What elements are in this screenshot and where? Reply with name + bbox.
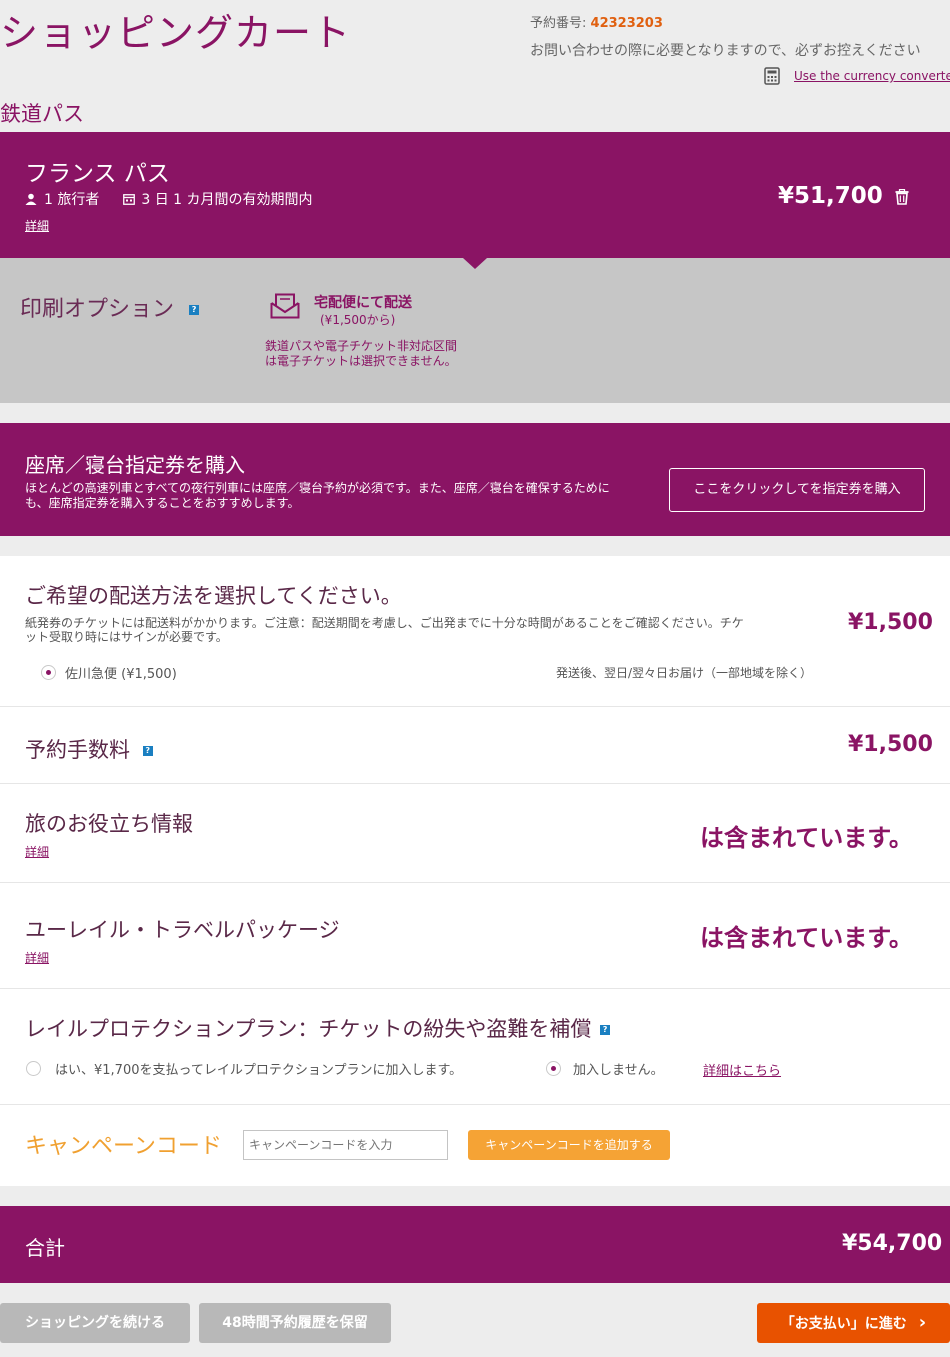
pass-price: ¥51,700 <box>778 183 883 209</box>
currency-converter-link[interactable]: Use the currency converter <box>794 69 950 83</box>
seat-reservation-description: ほとんどの高速列車とすべての夜行列車には座席／寝台予約が必須です。また、座席／寝… <box>25 481 610 510</box>
checkout-label: 「お支払い」に進む <box>780 1316 907 1332</box>
protection-option-no[interactable]: 加入しません。 <box>546 1059 664 1078</box>
section-label: 鉄道パス <box>0 102 84 126</box>
separator <box>0 706 950 707</box>
print-options-label: 印刷オプション <box>20 297 175 322</box>
print-options-panel: 印刷オプション ? 宅配便にて配送 (¥1,500から) 鉄道パスや電子チケット… <box>0 258 950 403</box>
help-icon[interactable]: ? <box>189 305 200 315</box>
campaign-title: キャンペーンコード <box>25 1134 222 1159</box>
travel-info-details-link[interactable]: 詳細 <box>25 843 49 860</box>
pass-travelers: 1 旅行者 <box>44 192 100 208</box>
print-options-title: 印刷オプション ? <box>20 291 200 323</box>
booking-number: 予約番号: 42323203 <box>530 12 663 31</box>
panel-pointer <box>463 258 487 269</box>
shipping-option-label: 佐川急便 (¥1,500) <box>65 667 177 682</box>
seat-reservation-title: 座席／寝台指定券を購入 <box>25 453 245 477</box>
booking-note: お問い合わせの際に必要となりますので、必ずお控えください <box>530 43 921 59</box>
seat-reservation-panel: 座席／寝台指定券を購入 ほとんどの高速列車とすべての夜行列車には座席／寝台予約が… <box>0 423 950 536</box>
user-icon <box>25 193 37 205</box>
protection-yes-radio[interactable] <box>26 1061 41 1076</box>
pass-panel: フランス パス 1 旅行者 3 日 1 カ月間の有効期間内 詳細 ¥51,700 <box>0 132 950 258</box>
checkout-button[interactable]: 「お支払い」に進む › <box>757 1303 950 1343</box>
separator <box>0 882 950 883</box>
pass-details-link[interactable]: 詳細 <box>25 217 49 234</box>
delivery-option-title[interactable]: 宅配便にて配送 <box>314 292 412 312</box>
envelope-icon <box>270 293 300 319</box>
protection-more-link[interactable]: 詳細はこちら <box>703 1060 781 1079</box>
travel-package-details-link[interactable]: 詳細 <box>25 949 49 966</box>
shipping-option-note: 発送後、翌日/翌々日お届け（一部地域を除く） <box>556 666 813 680</box>
booking-number-label: 予約番号: <box>530 16 587 31</box>
booking-fee-title: 予約手数料 ? <box>25 734 153 764</box>
calendar-icon <box>123 194 136 205</box>
total-label: 合計 <box>25 1236 65 1260</box>
pass-name: フランス パス <box>25 161 170 187</box>
booking-fee-price: ¥1,500 <box>848 732 933 757</box>
shipping-option-radio[interactable] <box>41 665 56 680</box>
travel-info-title: 旅のお役立ち情報 <box>25 812 193 836</box>
help-icon[interactable]: ? <box>600 1025 611 1035</box>
currency-converter[interactable]: Use the currency converter <box>764 66 950 86</box>
buy-reservation-button[interactable]: ここをクリックしてを指定券を購入 <box>669 468 925 512</box>
trash-icon[interactable] <box>895 189 909 205</box>
chevron-right-icon: › <box>918 1312 927 1333</box>
shipping-title: ご希望の配送方法を選択してください。 <box>25 584 402 608</box>
protection-yes-label: はい、¥1,700を支払ってレイルプロテクションプランに加入します。 <box>55 1063 463 1078</box>
booking-number-value: 42323203 <box>590 16 663 31</box>
campaign-code-input[interactable] <box>243 1130 448 1160</box>
continue-shopping-button[interactable]: ショッピングを続ける <box>0 1303 190 1343</box>
page-title: ショッピングカート <box>0 11 352 55</box>
protection-no-label: 加入しません。 <box>573 1063 664 1078</box>
booking-fee-label: 予約手数料 <box>25 738 130 762</box>
save-booking-button[interactable]: 48時間予約履歴を保留 <box>199 1303 391 1343</box>
shipping-price: ¥1,500 <box>848 610 933 635</box>
separator <box>0 988 950 989</box>
print-options-note: 鉄道パスや電子チケット非対応区間は電子チケットは選択できません。 <box>265 339 458 368</box>
separator <box>0 1104 950 1105</box>
protection-no-radio[interactable] <box>546 1061 561 1076</box>
protection-title: レイルプロテクションプラン：チケットの紛失や盗難を補償 ? <box>25 1013 611 1043</box>
pass-meta: 1 旅行者 3 日 1 カ月間の有効期間内 <box>25 189 313 209</box>
help-icon[interactable]: ? <box>142 746 153 756</box>
shipping-description: 紙発券のチケットには配送料がかかります。ご注意：配送期間を考慮し、ご出発までに十… <box>25 616 744 644</box>
total-amount: ¥54,700 <box>842 1231 943 1256</box>
cart-details: ご希望の配送方法を選択してください。 紙発券のチケットには配送料がかかります。ご… <box>0 556 950 1186</box>
travel-info-status: は含まれています。 <box>700 824 913 852</box>
protection-title-label: レイルプロテクションプラン：チケットの紛失や盗難を補償 <box>25 1017 592 1041</box>
travel-package-status: は含まれています。 <box>700 924 913 952</box>
travel-package-title: ユーレイル・トラベルパッケージ <box>25 918 340 942</box>
pass-validity: 3 日 1 カ月間の有効期間内 <box>141 192 313 208</box>
delivery-option-price: (¥1,500から) <box>320 313 396 327</box>
protection-option-yes[interactable]: はい、¥1,700を支払ってレイルプロテクションプランに加入します。 <box>26 1059 462 1078</box>
campaign-add-button[interactable]: キャンペーンコードを追加する <box>468 1130 670 1160</box>
shipping-option[interactable]: 佐川急便 (¥1,500) <box>41 663 177 682</box>
separator <box>0 783 950 784</box>
calculator-icon <box>764 67 780 85</box>
total-panel: 合計 ¥54,700 <box>0 1206 950 1283</box>
